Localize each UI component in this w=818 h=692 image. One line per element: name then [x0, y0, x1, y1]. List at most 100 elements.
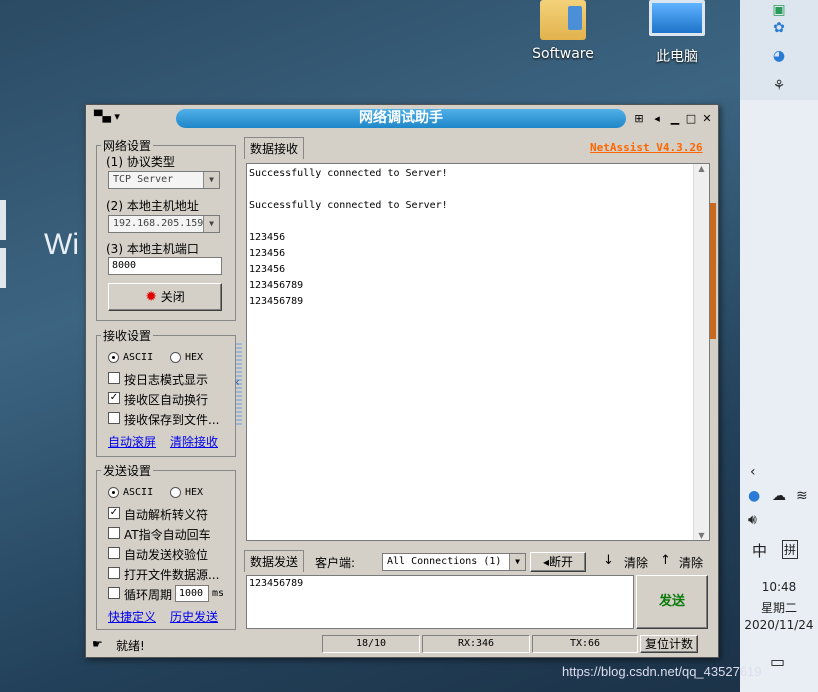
- title-bar[interactable]: ▀▄ ▾ 网络调试助手 ⊞ ◂ ▁ □ ✕: [86, 105, 718, 131]
- recv-hex-label: HEX: [185, 352, 204, 363]
- host-select[interactable]: 192.168.205.159 ▼: [108, 215, 220, 233]
- desktop-icon-this-pc[interactable]: 此电脑: [632, 0, 722, 66]
- location-icon[interactable]: ●: [748, 488, 760, 504]
- arrow-down-icon[interactable]: ↓: [603, 553, 614, 568]
- restore-icon[interactable]: ◂: [650, 112, 664, 126]
- receive-line: Successfully connected to Server!: [249, 168, 448, 179]
- close-connection-button[interactable]: ✹ 关闭: [108, 283, 222, 311]
- tab-data-send[interactable]: 数据发送: [244, 550, 305, 572]
- send-button[interactable]: 发送: [636, 575, 708, 629]
- collapse-icon[interactable]: ‹: [235, 375, 240, 389]
- file-source-checkbox[interactable]: [108, 567, 120, 579]
- app-icon[interactable]: ✿: [770, 20, 788, 38]
- protocol-select[interactable]: TCP Server ▼: [108, 171, 220, 189]
- status-ready: 就绪!: [116, 639, 145, 653]
- tab-data-receive[interactable]: 数据接收: [244, 137, 305, 159]
- group-title: 网络设置: [101, 137, 154, 154]
- file-source-label: 打开文件数据源...: [124, 568, 220, 582]
- receive-scrollbar[interactable]: ▲ ▼: [693, 164, 709, 540]
- cycle-period-input[interactable]: 1000: [175, 585, 209, 602]
- recv-save-checkbox[interactable]: [108, 412, 120, 424]
- history-link[interactable]: 历史发送: [170, 608, 218, 625]
- send-ascii-label: ASCII: [123, 487, 154, 498]
- cloud-icon[interactable]: ☁: [772, 488, 786, 504]
- folder-icon: [540, 0, 586, 40]
- receive-line: 123456: [249, 264, 286, 275]
- receive-line: 123456: [249, 232, 286, 243]
- ime-indicator[interactable]: 中: [752, 540, 767, 561]
- arrow-up-icon[interactable]: ↑: [660, 553, 671, 568]
- recv-log-checkbox[interactable]: [108, 372, 120, 384]
- cycle-checkbox[interactable]: [108, 587, 120, 599]
- clear-send-button-2[interactable]: 清除: [679, 554, 703, 571]
- reset-count-button[interactable]: 复位计数: [640, 635, 698, 653]
- ime-mode[interactable]: 拼: [782, 540, 799, 559]
- chevron-left-icon[interactable]: ‹: [750, 464, 756, 480]
- host-value: 192.168.205.159: [113, 218, 204, 229]
- send-input[interactable]: 123456789: [246, 575, 634, 629]
- recv-ascii-label: ASCII: [123, 352, 154, 363]
- watermark: https://blog.csdn.net/qq_43527619: [562, 664, 762, 679]
- client-value: All Connections (1): [387, 556, 502, 567]
- close-icon[interactable]: ✕: [700, 112, 714, 126]
- recv-wrap-checkbox[interactable]: ✓: [108, 392, 120, 404]
- computer-icon: [649, 0, 705, 36]
- maximize-icon[interactable]: □: [684, 112, 698, 126]
- receive-line: [247, 182, 709, 198]
- receive-line: 123456789: [249, 280, 304, 291]
- desktop-icon-software[interactable]: Software: [518, 0, 608, 62]
- window-title: 网络调试助手: [176, 109, 626, 128]
- taskbar: ▣ ✿ ◕ ⚘ ‹ ● ☁ ≋ 🔊︎ 中 拼 10:48 星期二 2020/11…: [740, 0, 818, 692]
- app-icon[interactable]: ▣: [770, 2, 788, 20]
- clear-send-button-1[interactable]: 清除: [624, 554, 648, 571]
- send-hex-radio[interactable]: [170, 487, 181, 498]
- desktop-edge-sliver: [0, 200, 6, 240]
- recv-hex-radio[interactable]: [170, 352, 181, 363]
- desktop-icon-label: Software: [532, 46, 594, 62]
- port-label: (3) 本地主机端口: [106, 242, 199, 256]
- chevron-down-icon[interactable]: ▼: [203, 216, 219, 232]
- system-menu-icon[interactable]: ▀▄ ▾: [94, 110, 120, 123]
- send-hex-label: HEX: [185, 487, 204, 498]
- send-ascii-radio[interactable]: [108, 487, 119, 498]
- recv-save-label: 接收保存到文件...: [124, 413, 220, 427]
- clock-weekday: 星期二: [760, 601, 797, 615]
- host-label: (2) 本地主机地址: [106, 199, 199, 213]
- desktop-edge-sliver: [0, 248, 6, 288]
- minimize-icon[interactable]: ▁: [668, 112, 682, 126]
- pin-icon[interactable]: ⊞: [632, 112, 646, 126]
- recv-wrap-label: 接收区自动换行: [124, 393, 209, 407]
- chevron-down-icon[interactable]: ▼: [509, 554, 525, 570]
- notification-icon[interactable]: ▭: [770, 652, 785, 671]
- desktop-icon-label: 此电脑: [656, 49, 698, 65]
- hand-icon: ☛: [92, 637, 103, 651]
- client-select[interactable]: All Connections (1) ▼: [382, 553, 526, 571]
- wifi-icon[interactable]: ≋: [796, 488, 808, 504]
- group-title: 发送设置: [101, 462, 154, 479]
- group-title: 接收设置: [101, 327, 154, 344]
- port-input[interactable]: 8000: [108, 257, 222, 275]
- scroll-down-icon[interactable]: ▼: [694, 531, 709, 540]
- disconnect-button[interactable]: ◂断开: [530, 552, 586, 572]
- auto-scroll-link[interactable]: 自动滚屏: [108, 433, 156, 450]
- recv-ascii-radio[interactable]: [108, 352, 119, 363]
- checksum-label: 自动发送校验位: [124, 548, 209, 562]
- version-label: NetAssist V4.3.26: [590, 141, 703, 154]
- chevron-down-icon[interactable]: ▼: [203, 172, 219, 188]
- clock-time[interactable]: 10:48: [740, 580, 818, 594]
- receive-area[interactable]: Successfully connected to Server! Success…: [246, 163, 710, 541]
- at-label: AT指令自动回车: [124, 528, 211, 542]
- desktop-partial-text: Wi: [44, 228, 79, 261]
- escape-checkbox[interactable]: ✓: [108, 507, 120, 519]
- speaker-icon[interactable]: 🔊︎: [748, 512, 757, 528]
- clear-receive-link[interactable]: 清除接收: [170, 433, 218, 450]
- checksum-checkbox[interactable]: [108, 547, 120, 559]
- scroll-up-icon[interactable]: ▲: [694, 164, 709, 173]
- receive-line: [247, 214, 709, 230]
- at-checkbox[interactable]: [108, 527, 120, 539]
- status-rx: RX:346: [422, 635, 530, 653]
- network-share-icon[interactable]: ⚘: [770, 78, 788, 96]
- window-resize-accent: [710, 203, 716, 339]
- app-icon[interactable]: ◕: [770, 48, 788, 66]
- shortcut-link[interactable]: 快捷定义: [108, 608, 156, 625]
